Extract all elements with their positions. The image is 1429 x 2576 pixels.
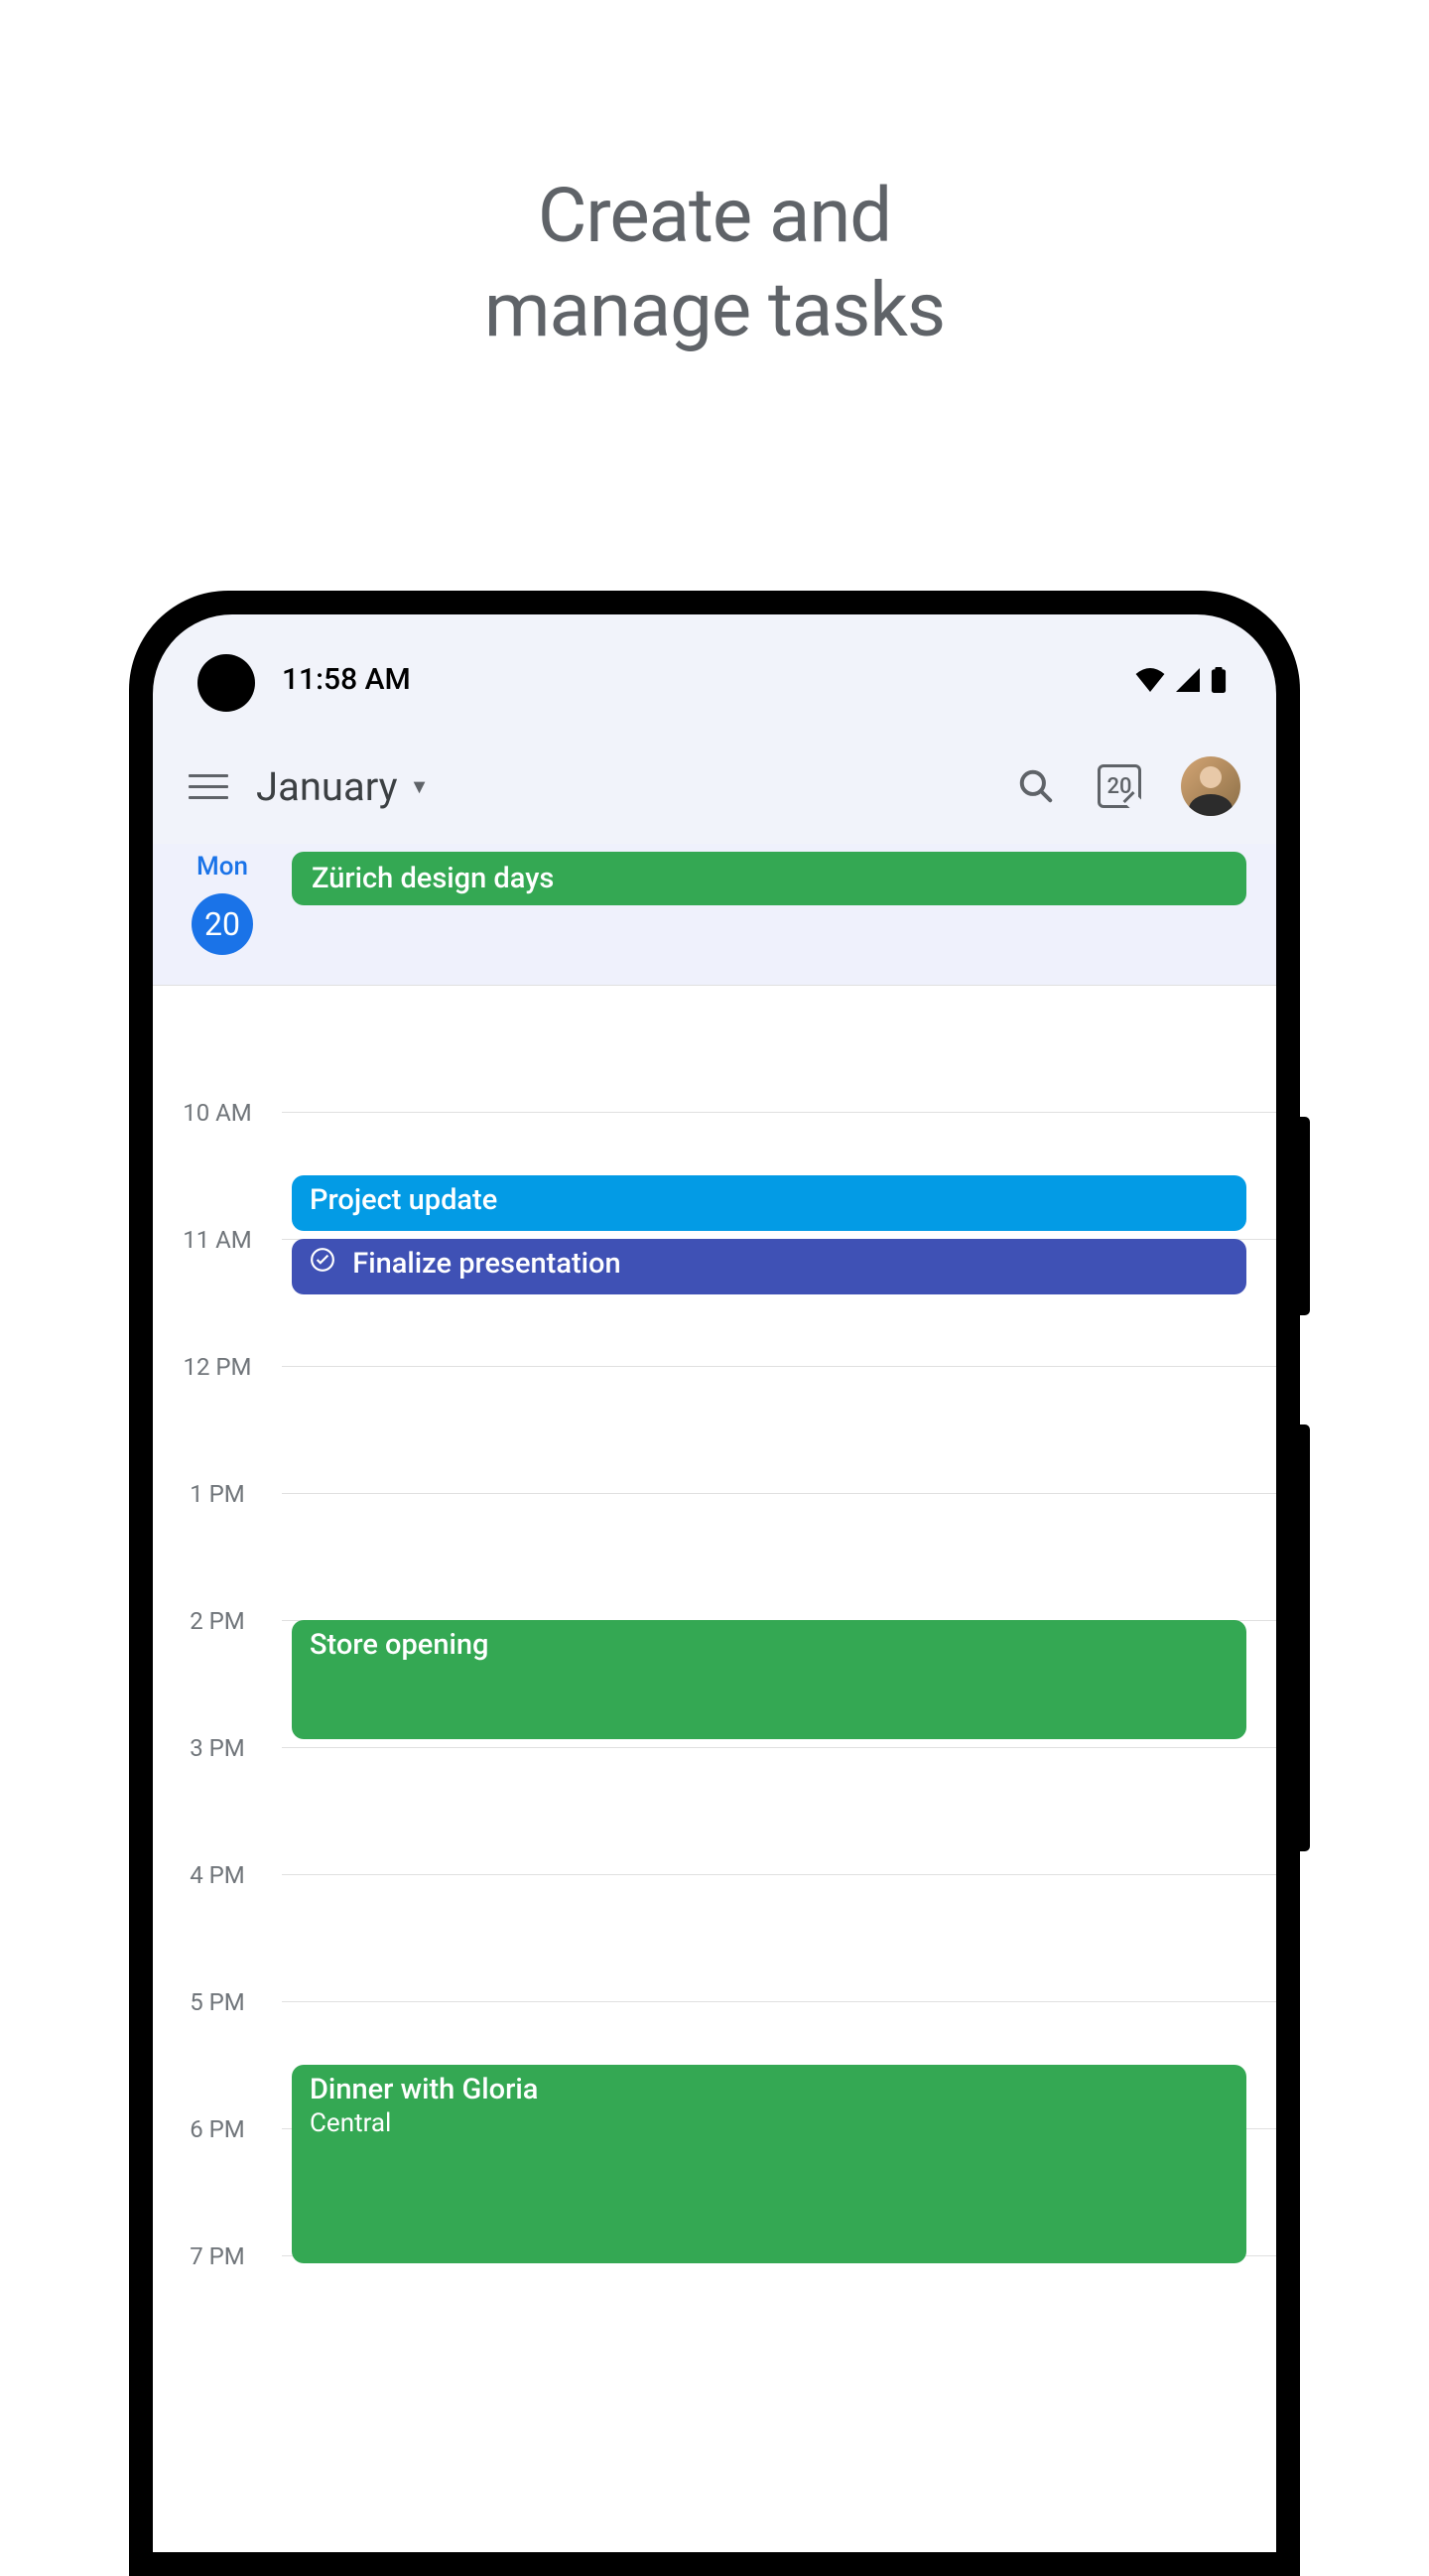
- search-icon: [1017, 767, 1055, 805]
- hour-label: 11 AM: [153, 1226, 282, 1254]
- app-bar: January ▼ 20: [153, 717, 1276, 844]
- promo-title: Create and manage tasks: [0, 0, 1429, 357]
- event-project-update[interactable]: Project update: [292, 1175, 1246, 1231]
- day-column[interactable]: Mon 20: [153, 844, 292, 955]
- phone-side-button: [1300, 1117, 1310, 1315]
- event-store-opening[interactable]: Store opening: [292, 1620, 1246, 1739]
- menu-icon[interactable]: [189, 774, 228, 799]
- day-number: 20: [192, 893, 253, 955]
- event-title: Store opening: [310, 1628, 488, 1662]
- allday-event[interactable]: Zürich design days: [292, 852, 1246, 905]
- promo-line-2: manage tasks: [0, 263, 1429, 357]
- hour-row: 10 AM: [153, 1112, 1276, 1113]
- event-dinner[interactable]: Dinner with Gloria Central: [292, 2065, 1246, 2263]
- day-label: Mon: [153, 852, 292, 881]
- hour-label: 7 PM: [153, 2242, 282, 2270]
- hour-label: 2 PM: [153, 1607, 282, 1635]
- day-header: Mon 20 Zürich design days: [153, 844, 1276, 985]
- status-icons: [1135, 667, 1227, 693]
- task-finalize-presentation[interactable]: Finalize presentation: [292, 1239, 1246, 1294]
- search-button[interactable]: [1014, 764, 1058, 808]
- hour-row: 12 PM: [153, 1366, 1276, 1367]
- hour-row: 1 PM: [153, 1493, 1276, 1494]
- hour-row: 5 PM: [153, 2001, 1276, 2002]
- hour-row: 4 PM: [153, 1874, 1276, 1875]
- promo-line-1: Create and: [0, 169, 1429, 263]
- hour-label: 6 PM: [153, 2115, 282, 2143]
- month-selector[interactable]: January ▼: [256, 763, 429, 810]
- month-label: January: [256, 763, 398, 810]
- chevron-down-icon: ▼: [410, 774, 430, 799]
- wifi-icon: [1135, 668, 1165, 692]
- phone-frame: 11:58 AM January ▼ 20: [129, 591, 1300, 2576]
- avatar[interactable]: [1181, 756, 1240, 816]
- hour-label: 12 PM: [153, 1353, 282, 1381]
- status-time: 11:58 AM: [282, 662, 411, 697]
- event-title: Zürich design days: [312, 862, 554, 895]
- hour-label: 1 PM: [153, 1480, 282, 1508]
- phone-side-button: [1300, 1424, 1310, 1851]
- event-title: Finalize presentation: [352, 1247, 620, 1281]
- event-title: Project update: [310, 1183, 497, 1217]
- task-check-icon: [310, 1247, 335, 1273]
- battery-icon: [1211, 667, 1227, 693]
- today-date-label: 20: [1106, 774, 1131, 799]
- today-button[interactable]: 20: [1098, 764, 1141, 808]
- hour-row: 3 PM: [153, 1747, 1276, 1748]
- calendar-body[interactable]: 10 AM 11 AM 12 PM 1 PM 2 PM 3 PM 4 PM 5 …: [153, 985, 1276, 2552]
- signal-icon: [1175, 668, 1201, 692]
- phone-screen: 11:58 AM January ▼ 20: [153, 614, 1276, 2552]
- status-bar: 11:58 AM: [153, 614, 1276, 717]
- camera-hole: [197, 654, 255, 712]
- event-location: Central: [310, 2108, 1229, 2138]
- hour-label: 10 AM: [153, 1099, 282, 1127]
- hour-label: 5 PM: [153, 1988, 282, 2016]
- hour-label: 4 PM: [153, 1861, 282, 1889]
- event-title: Dinner with Gloria: [310, 2073, 1229, 2106]
- hour-label: 3 PM: [153, 1734, 282, 1762]
